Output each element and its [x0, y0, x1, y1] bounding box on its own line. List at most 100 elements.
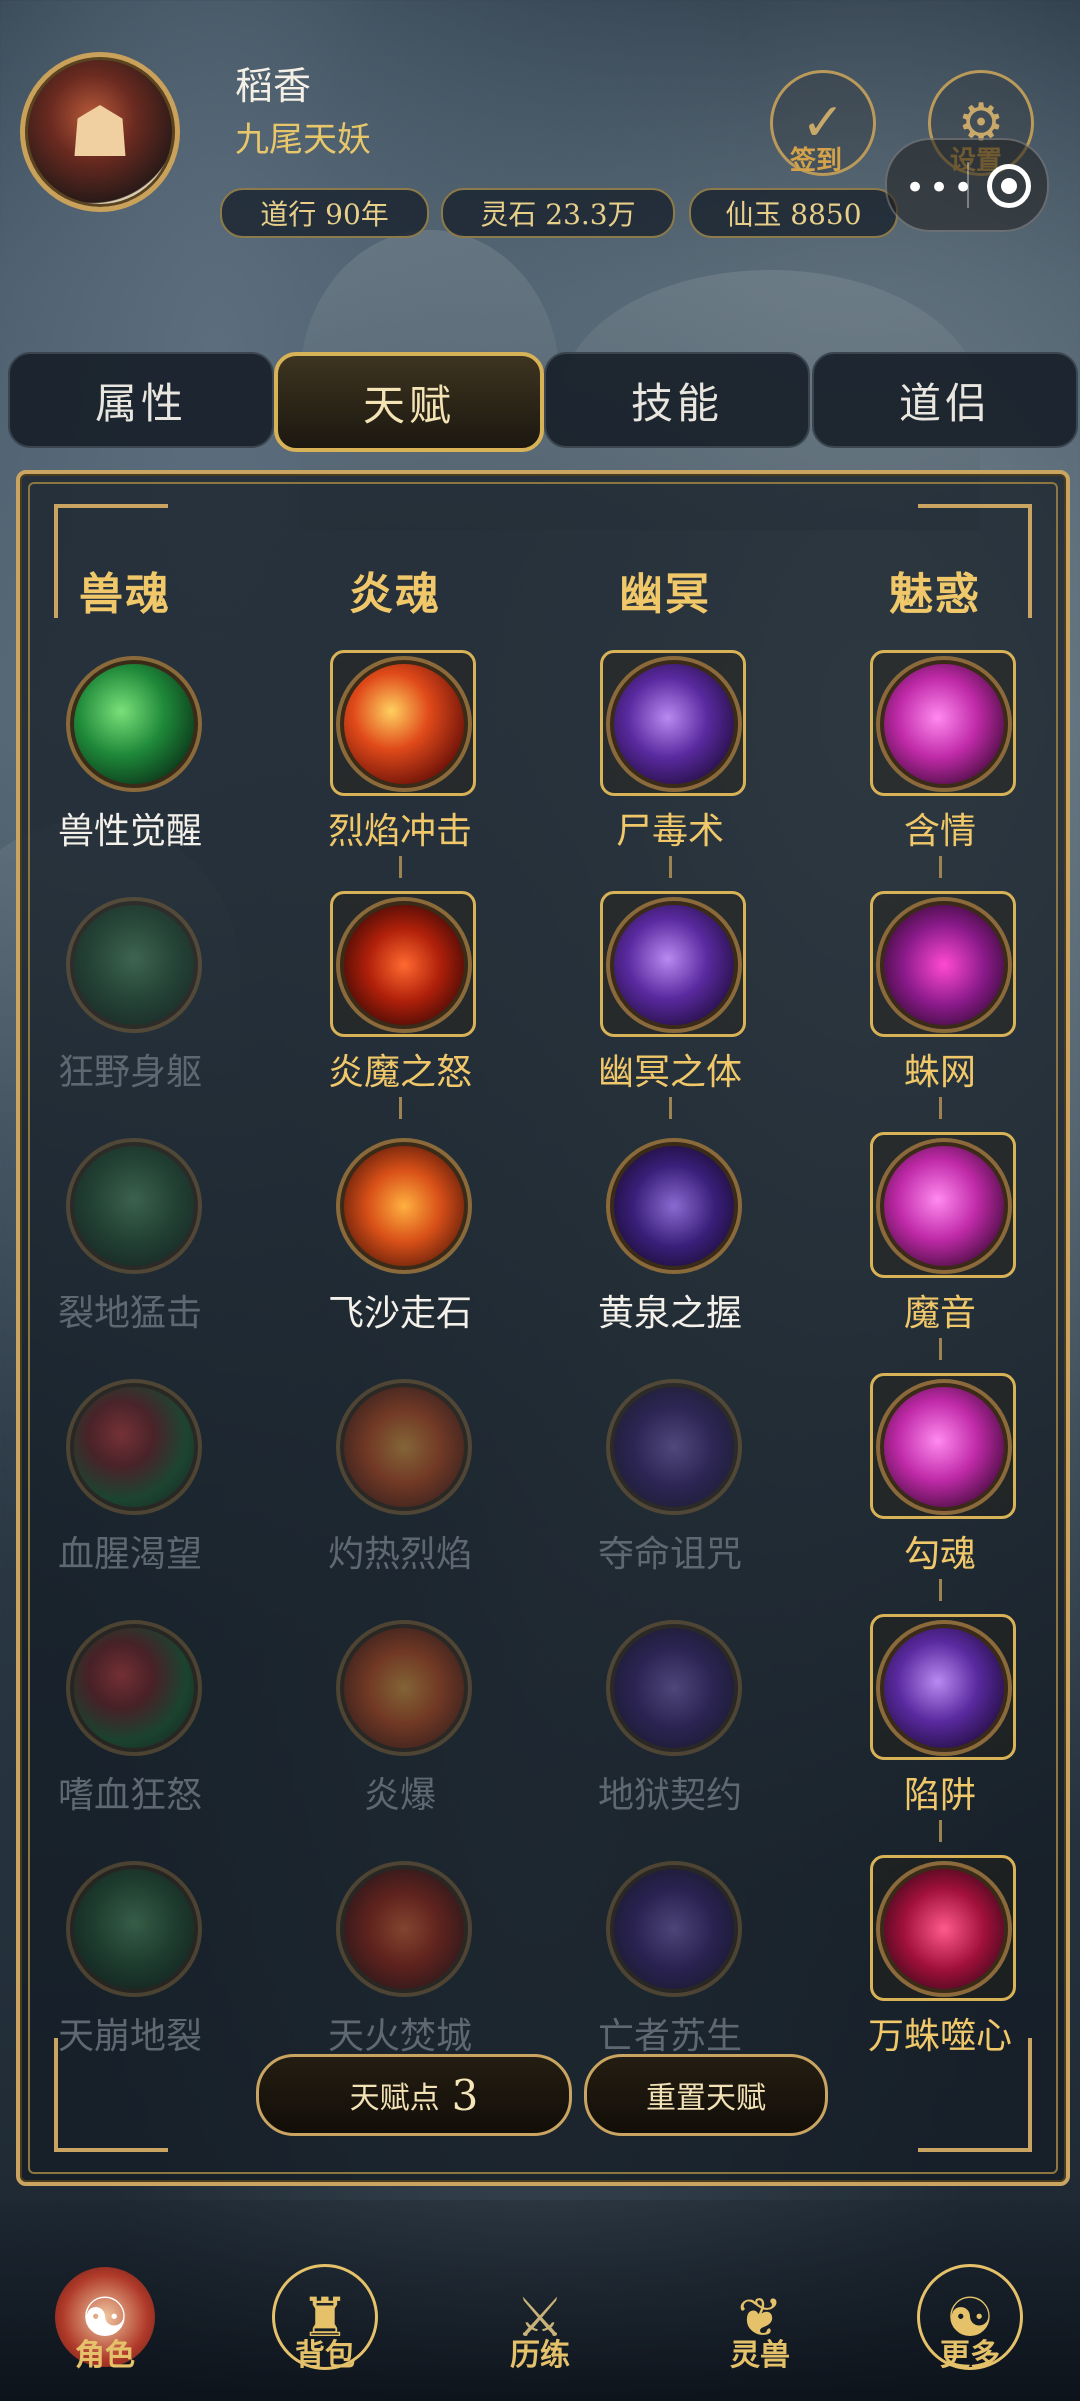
talent-node-label: 灼热烈焰 — [327, 1534, 472, 1575]
tab-skills[interactable]: 技能 — [544, 352, 810, 448]
talent-node-charm-6[interactable]: 万蛛噬心 — [815, 1855, 1080, 2095]
column-header-charm: 魅惑 — [889, 569, 981, 620]
talent-node-label: 血腥渴望 — [57, 1534, 202, 1575]
talent-node-label: 嗜血狂怒 — [57, 1775, 202, 1816]
talent-node-label: 陷阱 — [903, 1775, 976, 1816]
talent-orb-icon — [66, 1379, 202, 1515]
player-avatar[interactable]: ☗ — [20, 52, 180, 212]
talent-node-label: 夺命诅咒 — [597, 1534, 742, 1575]
talent-node-label: 幽冥之体 — [597, 1052, 742, 1093]
talent-node-label: 烈焰冲击 — [327, 811, 472, 852]
talent-orb-icon — [336, 1620, 472, 1756]
lingshi-stat: 灵石 23.3万 — [441, 188, 675, 238]
nav-spirit-beast-label: 灵兽 — [730, 2338, 790, 2373]
talent-points-display: 天赋点 3 — [256, 2054, 572, 2136]
talent-points-label: 天赋点 — [349, 2081, 440, 2116]
talent-node-label: 飞沙走石 — [327, 1293, 472, 1334]
talent-node-label: 天崩地裂 — [57, 2016, 202, 2057]
talent-node-flame-4[interactable]: 灼热烈焰 — [275, 1373, 545, 1613]
talent-node-charm-2[interactable]: 蛛网 — [815, 891, 1080, 1131]
talent-orb-icon — [66, 656, 202, 792]
talent-node-label: 魔音 — [903, 1293, 976, 1334]
talent-node-nether-1[interactable]: 尸毒术 — [545, 650, 815, 890]
talent-node-beast-4[interactable]: 血腥渴望 — [5, 1373, 275, 1613]
talent-orb-icon — [606, 1138, 742, 1274]
talent-node-flame-5[interactable]: 炎爆 — [275, 1614, 545, 1854]
talent-node-label: 含情 — [903, 811, 976, 852]
talent-connector — [669, 1097, 672, 1119]
talent-connector — [399, 1097, 402, 1119]
talent-orb-icon — [336, 897, 472, 1033]
talent-node-flame-3[interactable]: 飞沙走石 — [275, 1132, 545, 1372]
talent-orb-icon — [876, 1620, 1012, 1756]
talent-node-beast-1[interactable]: 兽性觉醒 — [5, 650, 275, 890]
capsule-divider — [967, 162, 969, 208]
talent-node-nether-5[interactable]: 地狱契约 — [545, 1614, 815, 1854]
talent-node-label: 天火焚城 — [327, 2016, 472, 2057]
talent-connector — [939, 1097, 942, 1119]
talent-node-flame-1[interactable]: 烈焰冲击 — [275, 650, 545, 890]
talent-node-label: 兽性觉醒 — [57, 811, 202, 852]
talent-node-nether-2[interactable]: 幽冥之体 — [545, 891, 815, 1131]
talent-node-nether-3[interactable]: 黄泉之握 — [545, 1132, 815, 1372]
talent-connector — [399, 856, 402, 878]
talent-node-nether-4[interactable]: 夺命诅咒 — [545, 1373, 815, 1613]
talent-node-charm-1[interactable]: 含情 — [815, 650, 1080, 890]
talent-orb-icon — [606, 1620, 742, 1756]
talent-node-label: 勾魂 — [903, 1534, 976, 1575]
talent-node-label: 裂地猛击 — [57, 1293, 202, 1334]
talent-orb-icon — [66, 897, 202, 1033]
nav-training-label: 历练 — [510, 2338, 570, 2373]
warrior-portrait-icon: ☗ — [68, 91, 132, 173]
talent-orb-icon — [66, 1138, 202, 1274]
talent-node-label: 蛛网 — [903, 1052, 976, 1093]
talent-node-label: 万蛛噬心 — [867, 2016, 1012, 2057]
reset-talents-button[interactable]: 重置天赋 — [584, 2054, 828, 2136]
talent-orb-icon — [66, 1861, 202, 1997]
daoxing-stat: 道行 90年 — [220, 188, 429, 238]
talent-node-beast-2[interactable]: 狂野身躯 — [5, 891, 275, 1131]
miniprogram-capsule: ••• — [885, 138, 1049, 232]
talent-orb-icon — [606, 897, 742, 1033]
talent-node-beast-5[interactable]: 嗜血狂怒 — [5, 1614, 275, 1854]
tab-companion[interactable]: 道侣 — [812, 352, 1078, 448]
talent-orb-icon — [876, 897, 1012, 1033]
talent-orb-icon — [876, 1379, 1012, 1515]
player-name: 稻香 — [235, 64, 312, 108]
talent-orb-icon — [336, 656, 472, 792]
talent-orb-icon — [66, 1620, 202, 1756]
talent-node-beast-3[interactable]: 裂地猛击 — [5, 1132, 275, 1372]
column-header-nether: 幽冥 — [619, 569, 711, 620]
talent-node-label: 尸毒术 — [615, 811, 724, 852]
nav-more-label: 更多 — [940, 2338, 1000, 2373]
talent-node-flame-2[interactable]: 炎魔之怒 — [275, 891, 545, 1131]
close-target-icon[interactable] — [987, 164, 1031, 208]
talent-orb-icon — [876, 1138, 1012, 1274]
talent-orb-icon — [606, 1379, 742, 1515]
profile-header: ☗ 稻香 九尾天妖 道行 90年 灵石 23.3万 仙玉 8850 ✓ 签到 ⚙… — [0, 0, 1080, 240]
player-title: 九尾天妖 — [235, 120, 371, 160]
nav-bag-label: 背包 — [295, 2338, 355, 2373]
talent-node-charm-3[interactable]: 魔音 — [815, 1132, 1080, 1372]
talent-connector — [939, 1579, 942, 1601]
talent-node-label: 地狱契约 — [597, 1775, 742, 1816]
talent-orb-icon — [606, 656, 742, 792]
talent-orb-icon — [336, 1861, 472, 1997]
talent-node-beast-6[interactable]: 天崩地裂 — [5, 1855, 275, 2095]
xianyu-stat: 仙玉 8850 — [689, 188, 898, 238]
talent-points-value: 3 — [451, 2070, 479, 2120]
talent-orb-icon — [336, 1138, 472, 1274]
tab-talents[interactable]: 天赋 — [274, 352, 544, 452]
talent-node-charm-4[interactable]: 勾魂 — [815, 1373, 1080, 1613]
checkin-label: 签到 — [790, 146, 843, 176]
talent-connector — [939, 856, 942, 878]
column-header-beast: 兽魂 — [79, 569, 171, 620]
talent-node-charm-5[interactable]: 陷阱 — [815, 1614, 1080, 1854]
talent-orb-icon — [606, 1861, 742, 1997]
talent-orb-icon — [876, 1861, 1012, 1997]
tab-attributes[interactable]: 属性 — [8, 352, 274, 448]
talent-node-label: 炎魔之怒 — [327, 1052, 472, 1093]
column-header-flame: 炎魂 — [349, 569, 441, 620]
talent-connector — [939, 1338, 942, 1360]
talent-orb-icon — [336, 1379, 472, 1515]
